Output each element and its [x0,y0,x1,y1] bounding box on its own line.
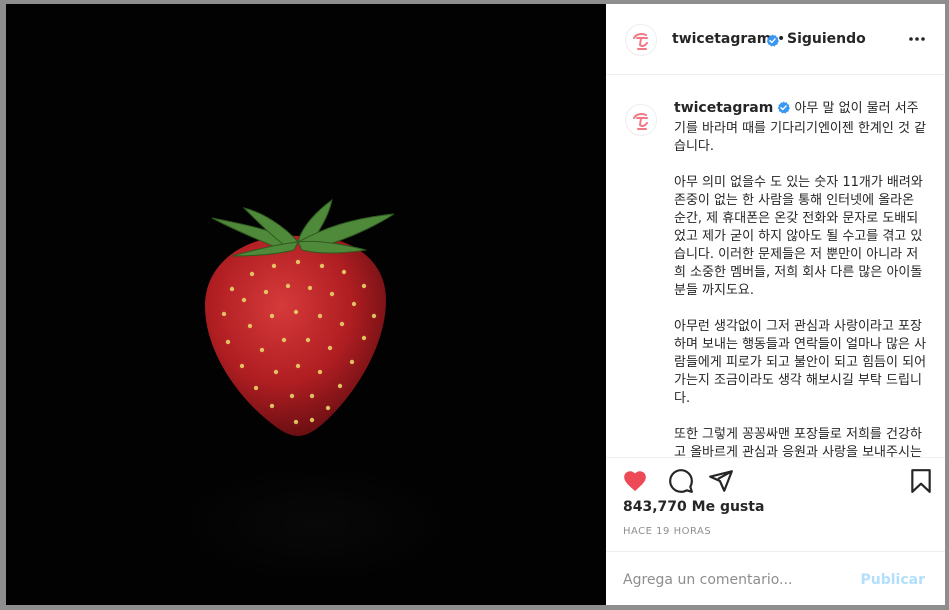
following-button[interactable]: Siguiendo [787,31,866,47]
verified-badge-icon [777,101,791,120]
caption-text: twicetagram 아무 말 없이 물러 서주기를 바라며 때를 기다리기엔… [674,99,930,458]
post-sidebar: twicetagram • Siguiendo twicetagram 아무 말… [606,4,945,605]
avatar[interactable] [625,24,657,56]
caption-paragraph-2: 아무 의미 없을수 도 있는 숫자 11개가 배려와 존중이 없는 한 사람을 … [674,175,923,298]
bookmark-icon[interactable] [908,468,934,494]
action-bar [606,458,945,504]
post-window: twicetagram • Siguiendo twicetagram 아무 말… [6,4,945,605]
caption-area: twicetagram 아무 말 없이 물러 서주기를 바라며 때를 기다리기엔… [606,76,945,458]
more-options-icon[interactable] [906,29,930,49]
post-header: twicetagram • Siguiendo [606,4,945,75]
header-username[interactable]: twicetagram [672,31,771,47]
caption-paragraph-4: 또한 그렇게 꽁꽁싸맨 포장들로 저희를 건강하고 올바르게 관심과 응원과 사… [674,427,922,458]
caption-avatar[interactable] [625,104,657,136]
post-timestamp[interactable]: HACE 19 HORAS [623,526,711,537]
comment-bar: Agrega un comentario... Publicar [606,551,945,605]
publish-button[interactable]: Publicar [861,572,926,588]
strawberry-image [176,198,456,584]
share-icon[interactable] [708,468,734,494]
twice-logo-icon [633,113,648,130]
likes-count[interactable]: 843,770 Me gusta [623,499,764,515]
comment-input[interactable]: Agrega un comentario... [623,572,792,588]
comment-icon[interactable] [668,468,694,494]
heart-icon[interactable] [622,468,648,494]
caption-paragraph: twicetagram 아무 말 없이 물러 서주기를 바라며 때를 기다리기엔… [674,99,930,156]
caption-username[interactable]: twicetagram [674,100,773,116]
header-separator: • [777,31,786,47]
caption-paragraph-3: 아무런 생각없이 그저 관심과 사랑이라고 포장하며 보내는 행동들과 연락들이… [674,319,927,406]
post-image[interactable] [6,4,606,605]
twice-logo-icon [633,33,648,50]
